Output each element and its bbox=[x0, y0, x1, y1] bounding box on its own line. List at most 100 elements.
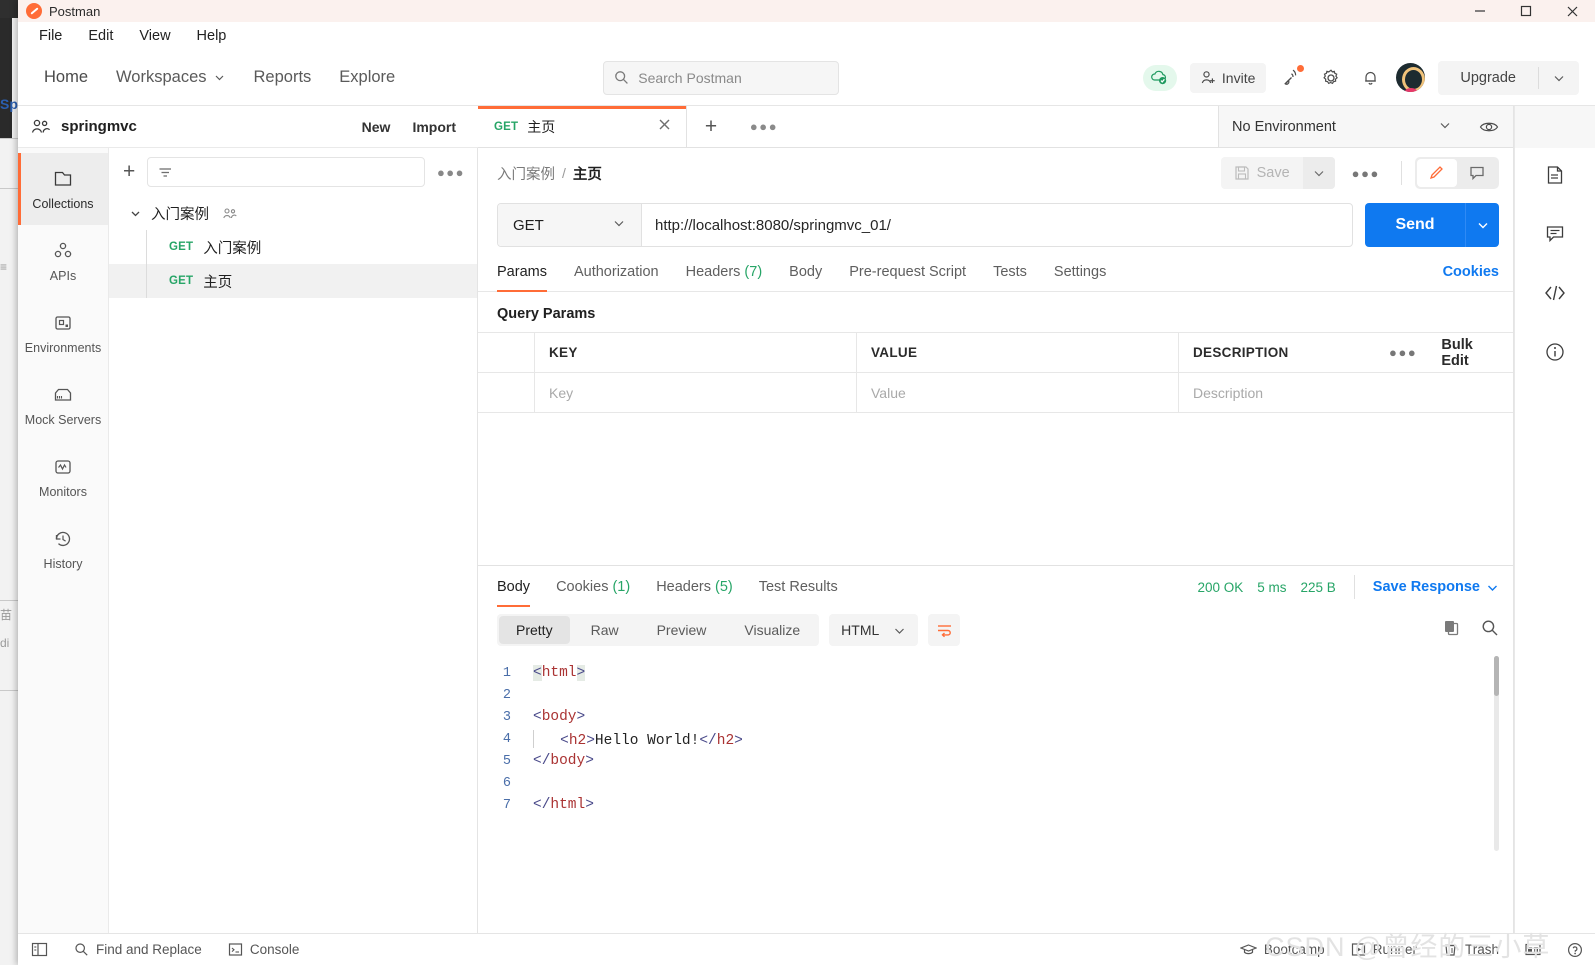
key-input[interactable]: Key bbox=[535, 373, 857, 412]
save-button[interactable]: Save bbox=[1221, 165, 1303, 181]
add-collection-button[interactable]: + bbox=[123, 160, 135, 184]
list-item[interactable]: GET 主页 bbox=[109, 264, 477, 298]
import-button[interactable]: Import bbox=[402, 114, 466, 140]
nav-workspaces[interactable]: Workspaces bbox=[102, 62, 239, 93]
nav-home[interactable]: Home bbox=[30, 62, 102, 93]
response-tab-body[interactable]: Body bbox=[497, 567, 531, 607]
code-snippet-button[interactable] bbox=[1543, 282, 1567, 309]
tab-tests[interactable]: Tests bbox=[993, 252, 1027, 292]
bootcamp-button[interactable]: Bootcamp bbox=[1239, 942, 1325, 957]
response-tab-cookies[interactable]: Cookies (1) bbox=[556, 567, 630, 607]
sidebar-item-label: Monitors bbox=[39, 484, 87, 499]
view-pretty[interactable]: Pretty bbox=[499, 616, 570, 644]
tab-settings[interactable]: Settings bbox=[1054, 252, 1106, 292]
view-raw[interactable]: Raw bbox=[574, 616, 636, 644]
new-button[interactable]: New bbox=[352, 114, 401, 140]
tab-options-button[interactable]: ●●● bbox=[735, 106, 793, 147]
tab-pre-request-script[interactable]: Pre-request Script bbox=[849, 252, 966, 292]
environment-selector[interactable]: No Environment bbox=[1219, 106, 1465, 147]
help-button[interactable] bbox=[1567, 942, 1583, 958]
tab-headers[interactable]: Headers (7) bbox=[686, 252, 763, 292]
notifications-button[interactable] bbox=[1357, 65, 1383, 91]
send-options-button[interactable] bbox=[1465, 203, 1499, 247]
breadcrumb-parent[interactable]: 入门案例 bbox=[497, 163, 555, 184]
search-response-button[interactable] bbox=[1481, 619, 1499, 642]
table-row[interactable]: Key Value Description bbox=[478, 373, 1513, 413]
row-checkbox-cell[interactable] bbox=[478, 373, 535, 412]
maximize-button[interactable] bbox=[1503, 0, 1549, 22]
minimize-button[interactable] bbox=[1457, 0, 1503, 22]
sidebar-item-mock-servers[interactable]: Mock Servers bbox=[18, 369, 108, 441]
upgrade-label: Upgrade bbox=[1460, 69, 1516, 86]
documentation-button[interactable] bbox=[1544, 164, 1566, 191]
nav-reports[interactable]: Reports bbox=[240, 62, 326, 93]
invite-button[interactable]: Invite bbox=[1189, 62, 1267, 93]
sidebar-toggle-button[interactable] bbox=[31, 942, 48, 957]
edit-mode-button[interactable] bbox=[1417, 159, 1457, 187]
upgrade-button[interactable]: Upgrade bbox=[1438, 60, 1579, 95]
method-selector[interactable]: GET bbox=[498, 204, 642, 246]
view-preview[interactable]: Preview bbox=[640, 616, 724, 644]
value-input[interactable]: Value bbox=[857, 373, 1179, 412]
close-icon[interactable] bbox=[657, 117, 672, 137]
url-input[interactable]: http://localhost:8080/springmvc_01/ bbox=[642, 204, 1352, 246]
save-response-button[interactable]: Save Response bbox=[1373, 579, 1499, 595]
nav-explore[interactable]: Explore bbox=[325, 62, 409, 93]
format-selector[interactable]: HTML bbox=[829, 614, 919, 646]
response-tab-headers[interactable]: Headers (5) bbox=[656, 567, 733, 607]
response-body-code[interactable]: 1 <html> 2 3 <body> 4 <h2>Hello World!</h2… bbox=[478, 652, 1513, 862]
find-and-replace-button[interactable]: Find and Replace bbox=[74, 942, 202, 957]
sidebar-item-environments[interactable]: Environments bbox=[18, 297, 108, 369]
menu-help[interactable]: Help bbox=[186, 25, 238, 47]
sidebar-item-monitors[interactable]: Monitors bbox=[18, 441, 108, 513]
cookies-link[interactable]: Cookies bbox=[1443, 264, 1499, 280]
sidebar-item-apis[interactable]: APIs bbox=[18, 225, 108, 297]
scrollbar-thumb[interactable] bbox=[1494, 656, 1499, 696]
close-button[interactable] bbox=[1549, 0, 1595, 22]
list-item[interactable]: GET 入门案例 bbox=[109, 230, 477, 264]
tab-request-zhuye[interactable]: GET 主页 bbox=[478, 106, 687, 147]
bulk-edit-button[interactable]: Bulk Edit bbox=[1441, 337, 1497, 369]
avatar[interactable] bbox=[1396, 63, 1426, 92]
invite-label: Invite bbox=[1221, 69, 1256, 86]
menu-view[interactable]: View bbox=[128, 25, 181, 47]
copy-button[interactable] bbox=[1442, 618, 1461, 642]
chevron-down-icon bbox=[612, 216, 626, 234]
search-input[interactable]: Search Postman bbox=[603, 60, 840, 95]
environment-quick-look-button[interactable] bbox=[1465, 106, 1513, 147]
new-tab-button[interactable]: + bbox=[687, 106, 735, 147]
trash-button[interactable]: Trash bbox=[1443, 942, 1499, 957]
menu-edit[interactable]: Edit bbox=[77, 25, 124, 47]
collections-filter-input[interactable] bbox=[147, 157, 425, 187]
send-button[interactable]: Send bbox=[1365, 203, 1465, 247]
wrap-lines-button[interactable] bbox=[928, 614, 961, 646]
settings-button[interactable] bbox=[1318, 65, 1344, 91]
layout-button[interactable] bbox=[1525, 943, 1541, 956]
response-tab-test-results[interactable]: Test Results bbox=[759, 567, 838, 607]
chevron-down-icon[interactable] bbox=[129, 207, 142, 220]
request-more-button[interactable]: ●●● bbox=[1344, 166, 1388, 181]
comments-button[interactable] bbox=[1544, 223, 1566, 250]
menu-file[interactable]: File bbox=[28, 25, 73, 47]
view-visualize[interactable]: Visualize bbox=[727, 616, 817, 644]
upgrade-chevron-down-icon[interactable] bbox=[1539, 71, 1579, 85]
comment-mode-button[interactable] bbox=[1457, 159, 1497, 187]
workspace-name: springmvc bbox=[61, 118, 137, 135]
console-button[interactable]: Console bbox=[228, 942, 299, 957]
sidebar-item-collections[interactable]: Collections bbox=[18, 153, 108, 225]
tab-count: (7) bbox=[744, 263, 763, 280]
save-options-button[interactable] bbox=[1302, 157, 1335, 189]
collection-root-row[interactable]: 入门案例 bbox=[109, 196, 477, 230]
satellite-button[interactable] bbox=[1279, 64, 1305, 91]
tab-authorization[interactable]: Authorization bbox=[574, 252, 659, 292]
tab-body[interactable]: Body bbox=[789, 252, 822, 292]
collections-more-button[interactable]: ●●● bbox=[437, 165, 465, 180]
description-input[interactable]: Description bbox=[1179, 373, 1381, 412]
tab-params[interactable]: Params bbox=[497, 252, 547, 292]
response-scrollbar[interactable] bbox=[1494, 656, 1499, 851]
cloud-check-icon[interactable] bbox=[1142, 64, 1177, 91]
info-button[interactable] bbox=[1544, 341, 1566, 368]
params-more-button[interactable]: ●●● bbox=[1381, 345, 1425, 360]
runner-button[interactable]: Runner bbox=[1351, 942, 1417, 957]
sidebar-item-history[interactable]: History bbox=[18, 513, 108, 585]
